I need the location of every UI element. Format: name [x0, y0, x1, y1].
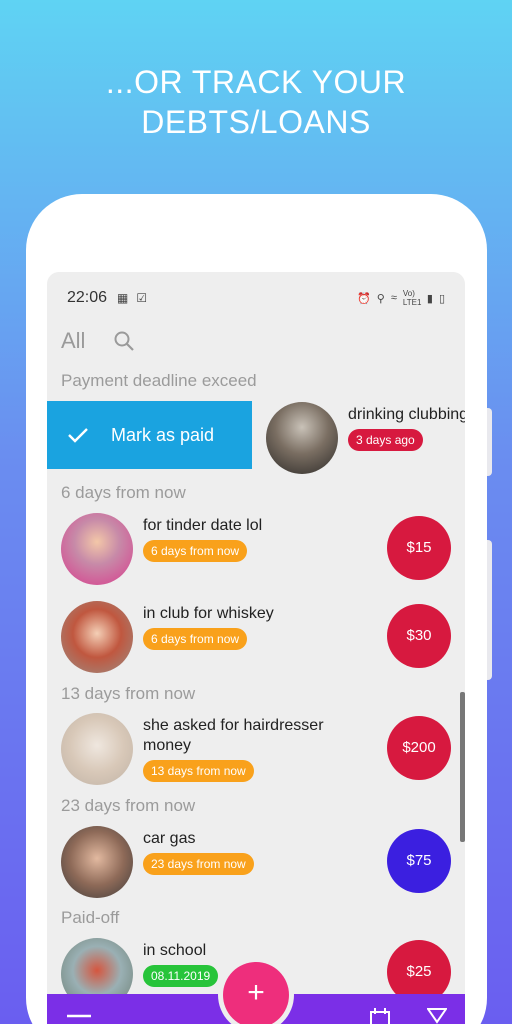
item-title: in club for whiskey [143, 605, 274, 622]
section-13-days: 13 days from now [61, 684, 196, 703]
amount-badge: $200 [387, 716, 451, 780]
list-item[interactable]: drinking clubbing 3 days ago [252, 400, 465, 480]
headline-line-2: DEBTS/LOANS [141, 104, 371, 140]
battery-icon: ▯ [438, 292, 445, 305]
alarm-icon: ⏰ [357, 292, 371, 305]
filter-all[interactable]: All [61, 328, 85, 354]
status-time: 22:06 [67, 289, 108, 306]
location-icon: ⚲ [376, 292, 385, 305]
network-label: Vo) LTE1 [402, 289, 422, 307]
item-title: in school [143, 942, 207, 959]
menu-icon[interactable] [67, 1008, 91, 1020]
section-23-days: 23 days from now [61, 796, 196, 815]
filter-icon[interactable] [427, 1008, 447, 1024]
mark-as-paid-label: Mark as paid [111, 424, 215, 445]
avatar [61, 513, 133, 585]
amount-badge: $30 [387, 604, 451, 668]
due-badge: 3 days ago [348, 429, 423, 451]
wifi-icon: ≈ [390, 292, 397, 304]
amount-badge: $15 [387, 516, 451, 580]
status-bar: 22:06 ▦ ☑ ⏰ ⚲ ≈ Vo) LTE1 ▮ ▯ [67, 286, 445, 310]
scrollbar[interactable] [460, 692, 465, 842]
section-6-days: 6 days from now [61, 483, 186, 502]
filter-bar: All [61, 328, 135, 354]
item-title: drinking clubbing [348, 406, 465, 423]
add-debt-button[interactable]: + [223, 962, 289, 1024]
due-badge: 6 days from now [143, 540, 248, 562]
calendar-icon[interactable] [369, 1008, 391, 1024]
list-item[interactable]: car gas 23 days from now $75 [47, 823, 465, 903]
due-badge: 13 days from now [143, 760, 254, 782]
headline-line-1: ...OR TRACK YOUR [105, 64, 407, 100]
list-item[interactable]: she asked for hairdresser money 13 days … [47, 710, 465, 790]
checkbox-notification-icon: ☑ [136, 291, 148, 305]
app-screen: 22:06 ▦ ☑ ⏰ ⚲ ≈ Vo) LTE1 ▮ ▯ All Payment… [47, 272, 465, 1024]
phone-side-button-2 [487, 540, 492, 680]
list-item[interactable]: for tinder date lol 6 days from now $15 [47, 510, 465, 590]
check-icon [68, 428, 88, 443]
amount-badge: $75 [387, 829, 451, 893]
item-title: for tinder date lol [143, 517, 263, 534]
signal-icon: ▮ [426, 292, 433, 305]
search-icon[interactable] [113, 330, 135, 352]
due-badge: 6 days from now [143, 628, 248, 650]
avatar [266, 402, 338, 474]
mark-as-paid-button[interactable]: Mark as paid [47, 401, 252, 469]
item-title: she asked for hairdresser money [143, 717, 324, 754]
avatar [61, 713, 133, 785]
list-item[interactable]: in club for whiskey 6 days from now $30 [47, 598, 465, 678]
paid-date-badge: 08.11.2019 [143, 965, 219, 987]
avatar [61, 601, 133, 673]
headline: ...OR TRACK YOUR DEBTS/LOANS [0, 62, 512, 142]
phone-side-button-1 [487, 408, 492, 476]
due-badge: 23 days from now [143, 853, 254, 875]
section-paid-off: Paid-off [61, 908, 120, 927]
section-overdue: Payment deadline exceed [61, 371, 257, 390]
item-title: car gas [143, 830, 196, 847]
avatar [61, 826, 133, 898]
gallery-icon: ▦ [117, 291, 129, 305]
